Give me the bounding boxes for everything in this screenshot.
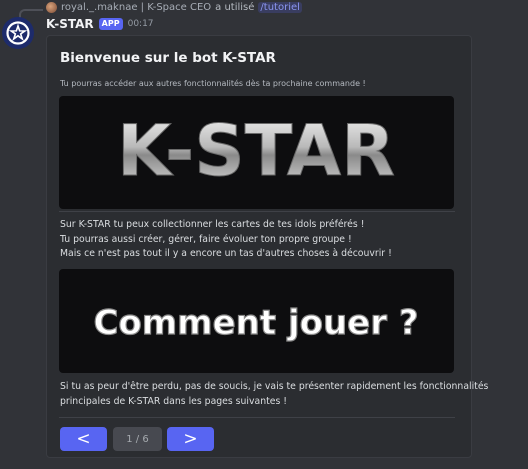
star-logo-icon xyxy=(6,21,30,45)
reply-context[interactable]: royal._.maknae | K-Space CEO a utilisé /… xyxy=(46,0,302,14)
divider xyxy=(59,417,455,418)
chevron-left-icon: < xyxy=(76,429,91,449)
bot-username[interactable]: K-STAR xyxy=(46,17,94,31)
outro-line: Si tu as peur d'être perdu, pas de souci… xyxy=(60,381,489,392)
outro-line: principales de K-STAR dans les pages sui… xyxy=(60,395,287,407)
next-page-button[interactable]: > xyxy=(167,427,214,451)
reply-avatar[interactable] xyxy=(46,1,57,13)
intro-line: Tu pourras aussi créer, gérer, faire évo… xyxy=(60,233,352,245)
embed-subtitle: Tu pourras accéder aux autres fonctionna… xyxy=(60,79,366,88)
command-name: tutoriel xyxy=(263,1,300,13)
outro-text: Si tu as peur d'être perdu, pas de souci… xyxy=(60,380,488,409)
how-to-play-banner[interactable]: Comment jouer ? xyxy=(59,269,454,373)
app-badge: APP xyxy=(98,18,123,30)
reply-username[interactable]: royal._.maknae | K-Space CEO xyxy=(61,2,211,13)
kstar-logo-banner[interactable]: K-STAR xyxy=(59,96,454,209)
bot-avatar[interactable] xyxy=(2,17,34,49)
chevron-right-icon: > xyxy=(183,429,198,449)
intro-text: Sur K-STAR tu peux collectionner les car… xyxy=(60,218,392,262)
kstar-logo-text: K-STAR xyxy=(117,110,395,192)
embed-card: Bienvenue sur le bot K-STAR Tu pourras a… xyxy=(46,35,488,458)
message-timestamp[interactable]: 00:17 xyxy=(128,19,154,29)
reply-action: a utilisé xyxy=(215,1,255,13)
message-header: K-STAR APP 00:17 xyxy=(46,15,154,33)
divider xyxy=(59,211,455,212)
how-to-play-text: Comment jouer ? xyxy=(93,303,418,343)
slash-command-mention[interactable]: /tutoriel xyxy=(258,1,302,13)
intro-line: Sur K-STAR tu peux collectionner les car… xyxy=(60,219,365,230)
previous-page-button[interactable]: < xyxy=(60,427,107,451)
intro-line: Mais ce n'est pas tout il y a encore un … xyxy=(60,248,392,259)
kstar-logo-image: K-STAR xyxy=(116,110,395,193)
embed-title: Bienvenue sur le bot K-STAR xyxy=(60,50,276,66)
how-to-play-image: Comment jouer ? xyxy=(93,302,419,343)
page-indicator: 1 / 6 xyxy=(113,427,162,451)
